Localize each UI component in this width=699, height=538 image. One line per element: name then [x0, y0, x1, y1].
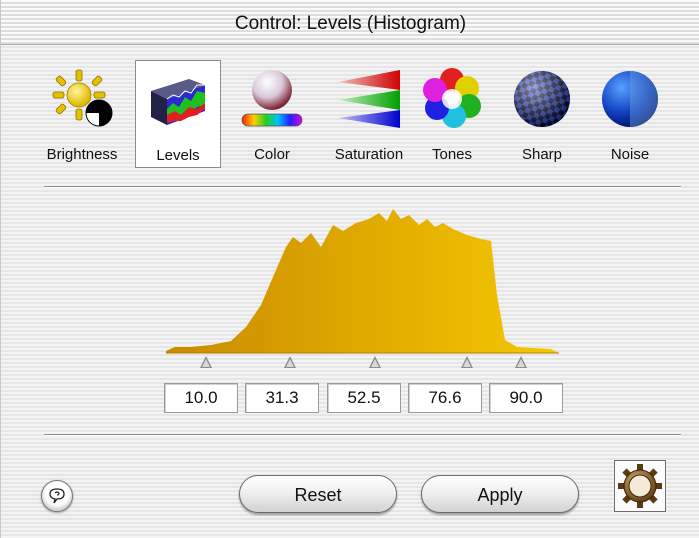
tool-label: Levels — [156, 147, 200, 164]
gear-settings-button[interactable] — [614, 460, 666, 512]
saturation-cones-icon — [338, 70, 400, 128]
divider-top — [44, 186, 681, 188]
gear-compass-icon — [618, 464, 662, 508]
shadow-slider[interactable] — [284, 356, 296, 368]
tool-sharp[interactable]: Sharp — [499, 60, 585, 168]
tones-balls-icon — [423, 68, 481, 128]
tool-label: Sharp — [521, 146, 563, 163]
tool-noise[interactable]: Noise — [587, 60, 673, 168]
white-point-field[interactable]: 90.0 — [489, 383, 563, 413]
divider-bottom — [44, 434, 681, 436]
reset-button[interactable]: Reset — [239, 475, 397, 513]
help-balloon-icon — [49, 488, 65, 504]
shadow-field[interactable]: 31.3 — [245, 383, 319, 413]
levels-window: Control: Levels (Histogram) Brightness L… — [0, 0, 699, 538]
tool-saturation[interactable]: Saturation — [319, 60, 419, 168]
help-button[interactable] — [41, 480, 73, 512]
black-point-slider[interactable] — [200, 356, 212, 368]
black-point-field[interactable]: 10.0 — [164, 383, 238, 413]
white-point-slider[interactable] — [515, 356, 527, 368]
tool-label: Tones — [431, 146, 473, 163]
midtone-field[interactable]: 52.5 — [327, 383, 401, 413]
tool-brightness[interactable]: Brightness — [39, 60, 125, 168]
window-title: Control: Levels (Histogram) — [1, 0, 699, 45]
tool-levels[interactable]: Levels — [135, 60, 221, 168]
tool-label: Noise — [610, 146, 650, 163]
sharp-checker-sphere-icon — [514, 71, 570, 127]
tool-label: Saturation — [334, 146, 404, 163]
apply-button[interactable]: Apply — [421, 475, 579, 513]
color-sphere-icon — [241, 70, 303, 127]
highlight-slider[interactable] — [461, 356, 473, 368]
tool-tones[interactable]: Tones — [409, 60, 495, 168]
tool-label: Brightness — [46, 146, 118, 163]
control-toolbar: Brightness Levels Color Saturation Tones… — [39, 60, 669, 170]
brightness-sun-icon — [52, 69, 113, 127]
midtone-slider[interactable] — [369, 356, 381, 368]
noise-sphere-icon — [602, 71, 658, 127]
levels-histogram-icon — [151, 79, 205, 125]
levels-histogram — [166, 209, 559, 354]
tool-color[interactable]: Color — [229, 60, 315, 168]
highlight-field[interactable]: 76.6 — [408, 383, 482, 413]
tool-label: Color — [254, 146, 290, 163]
